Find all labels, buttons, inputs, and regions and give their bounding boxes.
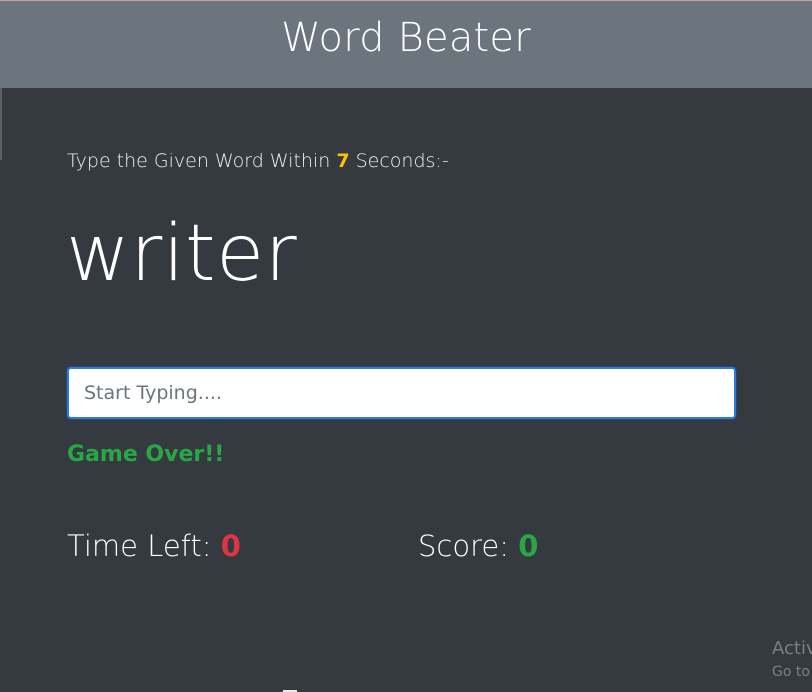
score-label: Score: xyxy=(418,529,509,563)
time-left-label: Time Left: xyxy=(67,529,212,563)
score: Score: 0 xyxy=(418,529,538,563)
seconds-value: 7 xyxy=(336,150,350,172)
word-input[interactable] xyxy=(67,367,736,419)
app-title: Word Beater xyxy=(281,15,531,61)
header-bar: Word Beater xyxy=(0,0,812,88)
current-word: writer xyxy=(66,209,298,299)
instruction-prefix: Type the Given Word Within xyxy=(67,150,331,172)
word-beater-page: Word Beater Type the Given Word Within 7… xyxy=(0,0,812,692)
time-left: Time Left: 0 xyxy=(67,529,241,563)
time-left-value: 0 xyxy=(220,529,241,563)
status-message: Game Over!! xyxy=(67,442,225,467)
score-value: 0 xyxy=(518,529,539,563)
watermark-line-2: Go to xyxy=(772,664,810,680)
left-edge-shadow xyxy=(0,88,2,160)
watermark-line-1: Activ xyxy=(772,638,812,659)
typing-instruction: Type the Given Word Within 7 Seconds:- xyxy=(67,150,449,172)
activation-watermark: Activ Go to xyxy=(772,636,812,682)
instruction-suffix: Seconds:- xyxy=(355,150,449,172)
